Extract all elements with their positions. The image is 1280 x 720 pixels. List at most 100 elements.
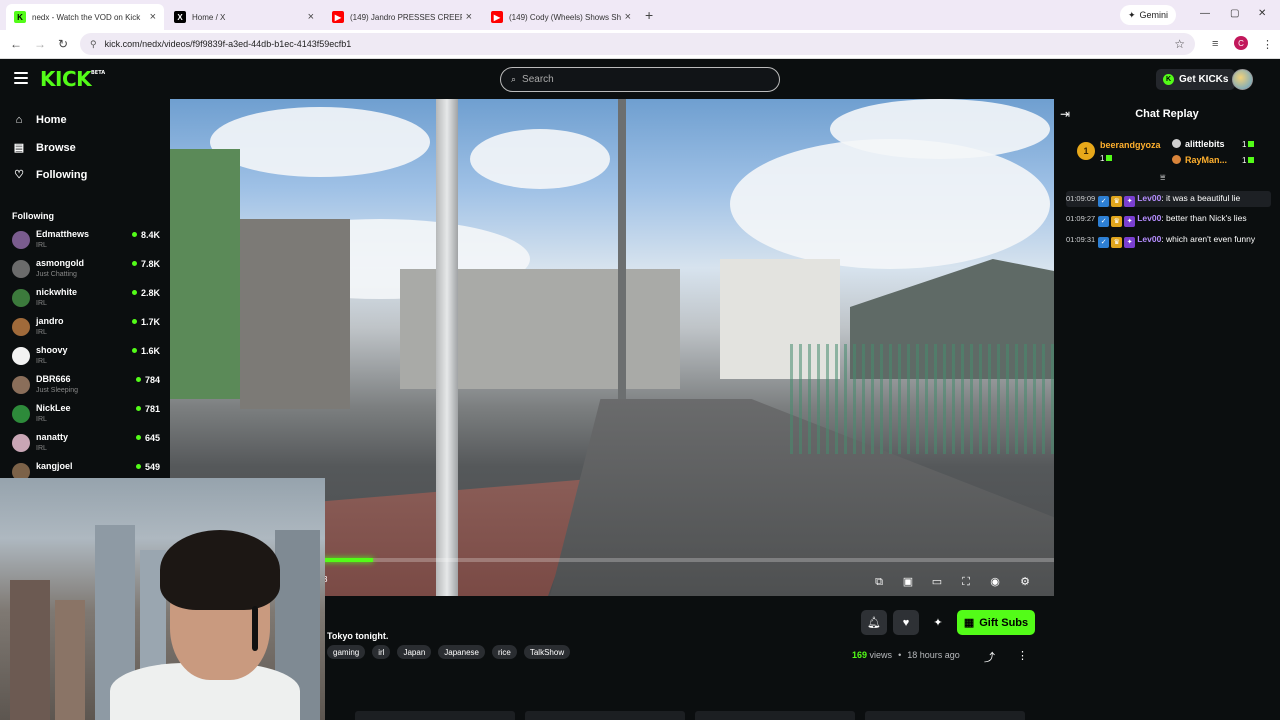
webcam-overlay xyxy=(0,478,325,720)
video-frame-cloud xyxy=(210,107,430,177)
reload-icon[interactable]: ↻ xyxy=(58,37,68,51)
tag-chip[interactable]: TalkShow xyxy=(523,645,571,659)
leader-count-value: 1 xyxy=(1100,154,1105,163)
follow-heart-button[interactable]: ♥ xyxy=(893,610,919,635)
channel-viewer-count: 7.8K xyxy=(132,259,160,269)
video-meta: 169 views • 18 hours ago xyxy=(852,650,960,660)
sidebar-item-label: Browse xyxy=(36,141,76,154)
channel-category: IRL xyxy=(36,445,47,452)
clip-icon[interactable]: ▣ xyxy=(901,575,915,589)
expand-leaderboard-icon[interactable]: ⩸ xyxy=(1160,172,1165,183)
menu-kebab-icon[interactable]: ⋮ xyxy=(1262,38,1273,51)
forward-arrow-icon[interactable]: → xyxy=(34,37,46,51)
channel-name: asmongold xyxy=(36,258,85,268)
close-tab-icon[interactable]: × xyxy=(308,11,314,23)
sidebar-channel-6[interactable]: NickLee IRL 781 xyxy=(12,403,162,431)
gift-subs-button[interactable]: ▦ Gift Subs xyxy=(957,610,1035,635)
subscriber-crown-icon: ♛ xyxy=(1111,196,1123,207)
settings-gear-icon[interactable]: ⚙ xyxy=(1018,575,1032,589)
sparkle-button[interactable]: ✦ xyxy=(925,610,951,635)
sidebar-channel-5[interactable]: DBR666 Just Sleeping 784 xyxy=(12,374,162,402)
kick-logo[interactable]: KICK BETA xyxy=(40,67,105,91)
sidebar-channel-7[interactable]: nanatty IRL 645 xyxy=(12,432,162,460)
close-tab-icon[interactable]: × xyxy=(150,11,156,23)
leader-name-row[interactable]: alittlebits xyxy=(1172,139,1225,149)
channel-category: Just Sleeping xyxy=(36,387,79,394)
webcam-skyline-building xyxy=(10,580,50,720)
sidebar-item-home[interactable]: ⌂ Home xyxy=(12,114,67,126)
close-window-icon[interactable]: ✕ xyxy=(1258,8,1266,19)
video-frame-cloud xyxy=(730,139,1050,269)
message-username[interactable]: Lev00 xyxy=(1137,213,1161,223)
playback-speed-icon[interactable]: ◉ xyxy=(988,575,1002,589)
sidebar: ⌂ Home ▤ Browse ♡ Following Following Ed… xyxy=(0,99,170,481)
tag-chip[interactable]: irl xyxy=(372,645,391,659)
recommended-video-thumbnail[interactable] xyxy=(865,711,1025,720)
close-tab-icon[interactable]: × xyxy=(466,11,472,23)
url-field[interactable]: ⚲ kick.com/nedx/videos/f9f9839f-a3ed-44d… xyxy=(80,33,1195,55)
browser-tab-youtube-2[interactable]: ▶ (149) Cody (Wheels) Shows Sha × xyxy=(483,4,639,30)
webcam-person-hair xyxy=(160,530,280,610)
views-line: 169 views xyxy=(852,650,892,660)
tab-title: nedx - Watch the VOD on Kick xyxy=(32,12,141,22)
browser-tab-kick[interactable]: K nedx - Watch the VOD on Kick × xyxy=(6,4,164,30)
subscriber-crown-icon: ♛ xyxy=(1111,216,1123,227)
views-label: views xyxy=(869,650,893,660)
picture-in-picture-icon[interactable]: ⧉ xyxy=(872,575,886,589)
tag-chip[interactable]: gaming xyxy=(327,645,366,659)
leader-count-value: 1 xyxy=(1242,156,1247,165)
sidebar-item-following[interactable]: ♡ Following xyxy=(12,168,87,182)
tag-chip[interactable]: Japan xyxy=(397,645,432,659)
chat-message[interactable]: 01:09:31 ✓ ♛ ✦ Lev00: which aren't even funn… xyxy=(1066,232,1271,248)
more-options-icon[interactable]: ⋮ xyxy=(1017,649,1028,662)
hamburger-menu-icon[interactable] xyxy=(14,72,28,84)
minimize-icon[interactable]: — xyxy=(1200,8,1210,19)
recommended-video-thumbnail[interactable] xyxy=(695,711,855,720)
recommended-video-thumbnail[interactable] xyxy=(355,711,515,720)
sidebar-channel-2[interactable]: nickwhite IRL 2.8K xyxy=(12,287,162,315)
verified-badge-icon: ✓ xyxy=(1098,196,1110,207)
channel-category: IRL xyxy=(36,358,47,365)
fullscreen-icon[interactable]: ⛶ xyxy=(959,575,973,589)
share-icon[interactable]: ⤴ xyxy=(984,649,995,665)
tag-chip[interactable]: Japanese xyxy=(438,645,485,659)
sidebar-channel-1[interactable]: asmongold Just Chatting 7.8K xyxy=(12,258,162,286)
sidebar-channel-4[interactable]: shoovy IRL 1.6K xyxy=(12,345,162,373)
bookmark-star-icon[interactable]: ☆ xyxy=(1174,37,1185,51)
sidebar-channel-0[interactable]: Edmatthews IRL 8.4K xyxy=(12,229,162,257)
new-tab-button[interactable]: + xyxy=(645,7,653,23)
leader-name: RayMan... xyxy=(1185,155,1228,165)
sidebar-item-browse[interactable]: ▤ Browse xyxy=(12,141,76,155)
sidebar-channel-3[interactable]: jandro IRL 1.7K xyxy=(12,316,162,344)
chat-message[interactable]: 01:09:09 ✓ ♛ ✦ Lev00: it was a beautiful lie xyxy=(1066,191,1271,207)
message-username[interactable]: Lev00 xyxy=(1137,234,1161,244)
gemini-button[interactable]: ✦ Gemini xyxy=(1120,5,1177,25)
media-controls-icon[interactable]: ≡ xyxy=(1212,38,1218,50)
leader-name-row[interactable]: RayMan... xyxy=(1172,155,1227,165)
notifications-bell-button[interactable]: 🔔︎ xyxy=(861,610,887,635)
recommended-video-thumbnail[interactable] xyxy=(525,711,685,720)
get-kicks-button[interactable]: K Get KICKs xyxy=(1156,69,1236,90)
chat-message[interactable]: 01:09:27 ✓ ♛ ✦ Lev00: better than Nick's lie… xyxy=(1066,211,1271,227)
search-input[interactable]: ⌕ Search xyxy=(500,67,780,92)
leader-name: alittlebits xyxy=(1185,139,1225,149)
chat-title: Chat Replay xyxy=(1135,108,1199,120)
leader-name[interactable]: beerandgyoza xyxy=(1100,140,1161,150)
leader-count-value: 1 xyxy=(1242,140,1247,149)
channel-avatar xyxy=(12,318,30,336)
back-arrow-icon[interactable]: ← xyxy=(10,37,22,51)
close-tab-icon[interactable]: × xyxy=(625,11,631,23)
channel-viewer-count: 549 xyxy=(136,462,160,472)
site-info-icon[interactable]: ⚲ xyxy=(90,39,97,50)
browser-tab-x[interactable]: X Home / X × xyxy=(166,4,322,30)
tag-chip[interactable]: rice xyxy=(491,645,517,659)
video-frame-utility-pole xyxy=(618,99,626,399)
message-username[interactable]: Lev00 xyxy=(1137,193,1161,203)
maximize-icon[interactable]: ▢ xyxy=(1230,8,1239,19)
video-age: 18 hours ago xyxy=(907,650,960,660)
theatre-mode-icon[interactable]: ▭ xyxy=(930,575,944,589)
user-avatar[interactable] xyxy=(1232,69,1253,90)
browser-profile-avatar[interactable]: C xyxy=(1234,36,1248,50)
channel-name: jandro xyxy=(36,316,64,326)
browser-tab-youtube-1[interactable]: ▶ (149) Jandro PRESSES CREEPY S × xyxy=(324,4,480,30)
